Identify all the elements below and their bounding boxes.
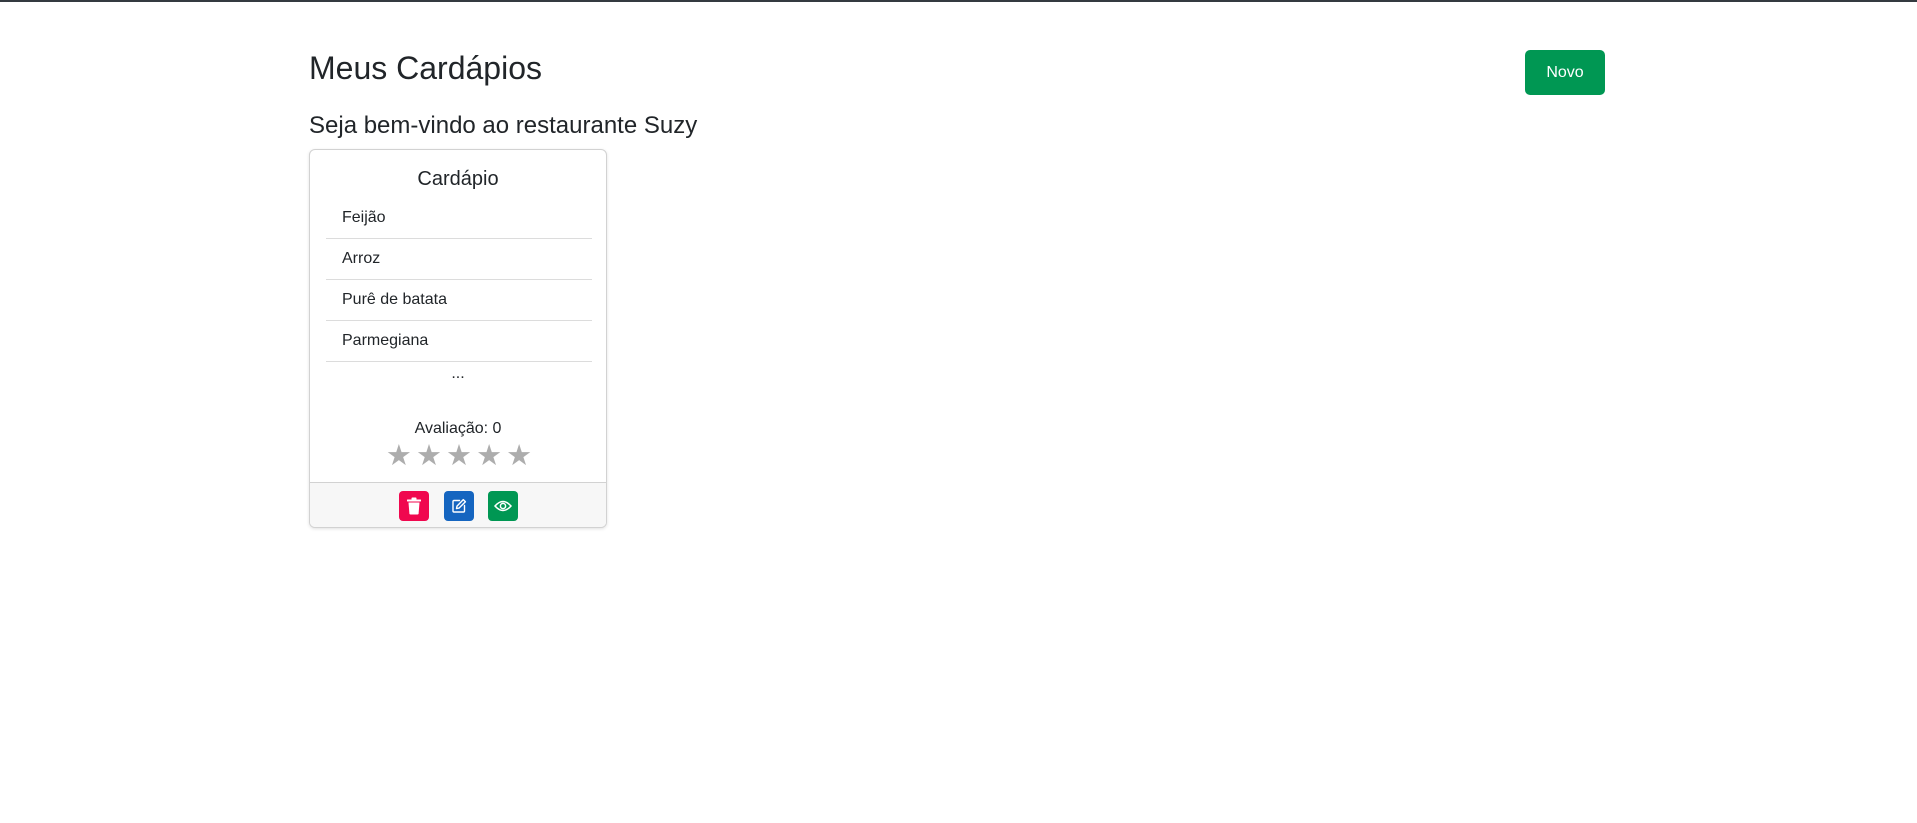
star-icon[interactable]: ★ [506,440,532,472]
card-footer [310,482,606,527]
edit-button[interactable] [444,491,474,521]
trash-icon [406,497,422,515]
list-item: Purê de batata [326,280,592,321]
star-icon[interactable]: ★ [446,440,472,472]
menu-card: Cardápio Feijão Arroz Purê de batata Par… [309,149,607,528]
view-button[interactable] [488,491,518,521]
eye-icon [494,499,512,513]
list-item: Parmegiana [326,321,592,362]
page-title: Meus Cardápios [309,50,542,86]
more-items-ellipsis: ... [451,365,465,382]
star-icon[interactable]: ★ [476,440,502,472]
delete-button[interactable] [399,491,429,521]
top-border [0,0,1917,2]
edit-icon [451,498,467,514]
rating-label: Avaliação: 0 [414,420,502,437]
star-icon[interactable]: ★ [386,440,412,472]
new-menu-button[interactable]: Novo [1525,50,1605,95]
star-rating: ★ ★ ★ ★ ★ [310,439,606,473]
menu-item-list: Feijão Arroz Purê de batata Parmegiana [326,198,592,362]
star-icon[interactable]: ★ [416,440,442,472]
list-item: Arroz [326,239,592,280]
card-title: Cardápio [417,168,499,190]
list-item: Feijão [326,198,592,239]
welcome-message: Seja bem-vindo ao restaurante Suzy [309,112,698,139]
